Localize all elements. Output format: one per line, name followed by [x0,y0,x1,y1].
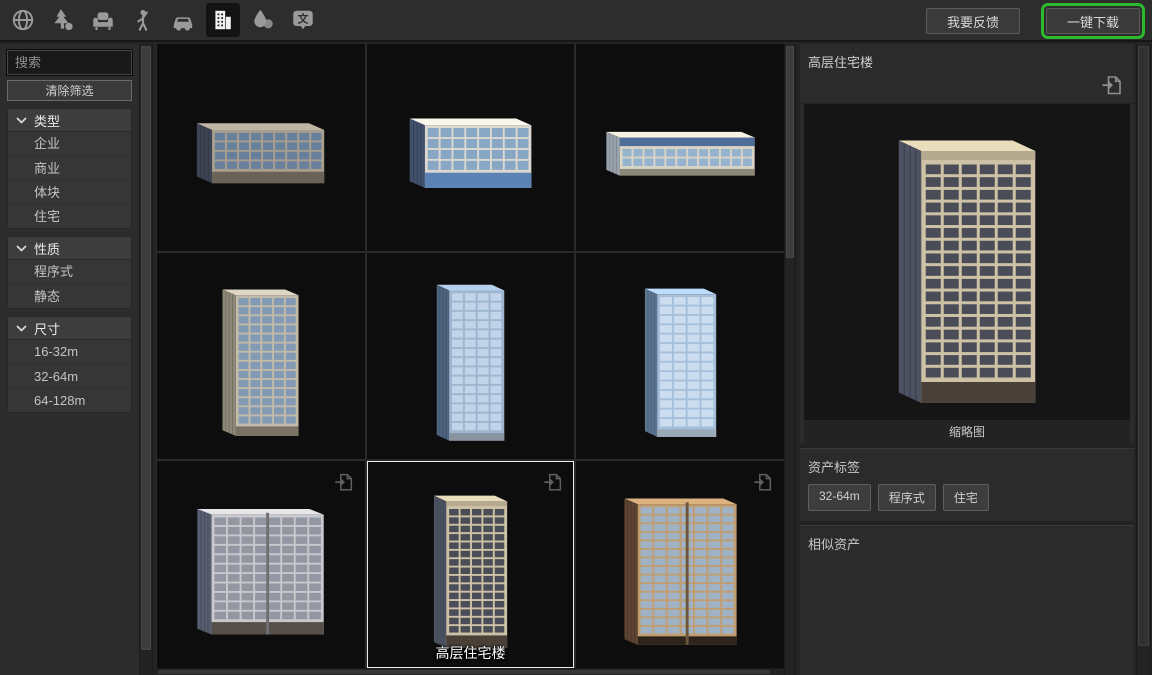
filter-section: 尺寸 16-32m32-64m64-128m [7,316,132,413]
asset-thumbnail [585,470,776,660]
grid-scrollbar[interactable] [784,44,796,675]
asset-cell[interactable] [367,44,575,251]
asset-cell[interactable] [576,461,784,668]
sidebar-scrollbar-thumb[interactable] [141,46,151,650]
filter-item[interactable]: 32-64m [8,364,131,388]
thumbnail-caption: 缩略图 [804,420,1130,444]
asset-tags-label: 资产标签 [808,457,1126,476]
filter-item[interactable]: 16-32m [8,340,131,364]
chevron-down-icon [16,245,27,252]
filter-section-header[interactable]: 尺寸 [7,316,132,340]
filter-section-title: 性质 [34,239,60,258]
building-icon[interactable] [206,3,240,37]
filter-items: 企业商业体块住宅 [7,132,132,229]
asset-thumbnail [375,261,566,451]
similar-assets-label: 相似资产 [808,534,1126,553]
asset-thumbnail [165,261,356,451]
download-button[interactable]: 一键下载 [1046,8,1140,34]
filter-items: 程序式静态 [7,260,132,309]
filter-section: 性质程序式静态 [7,236,132,309]
detail-header: 高层住宅楼 [800,44,1134,104]
asset-tags-section: 资产标签 32-64m 程序式住宅 [800,449,1134,521]
filter-item[interactable]: 体块 [8,180,131,204]
asset-preview-image [817,112,1117,412]
asset-cell[interactable] [576,253,784,460]
filter-sections: 类型企业商业体块住宅性质程序式静态尺寸 16-32m32-64m64-128m [7,108,132,413]
asset-cell[interactable] [157,461,365,668]
asset-thumbnail [165,52,356,242]
panel-scrollbar[interactable] [1136,44,1151,675]
filter-item[interactable]: 住宅 [8,204,131,228]
search-input[interactable] [7,50,132,75]
asset-thumbnail [585,52,776,242]
toolbar-actions: 我要反馈 一键下载 [926,0,1140,42]
filter-section-header[interactable]: 性质 [7,236,132,260]
feedback-button[interactable]: 我要反馈 [926,8,1020,34]
grid-horizontal-scrollbar[interactable] [156,668,784,675]
asset-cell[interactable] [157,44,365,251]
language-icon[interactable]: 文 [286,3,320,37]
filter-item[interactable]: 程序式 [8,260,131,284]
asset-tag[interactable]: 程序式 [878,484,936,511]
vegetation-icon[interactable] [46,3,80,37]
open-asset-icon[interactable] [1100,73,1124,97]
open-asset-icon[interactable] [333,471,355,493]
asset-browser-window: 文 我要反馈 一键下载 清除筛选 类型企业商业体块住宅性质程序式静态尺寸16-3… [0,0,1152,675]
asset-thumbnail [585,261,776,451]
material-icon[interactable] [246,3,280,37]
chevron-down-icon [16,117,27,124]
asset-title: 高层住宅楼 [808,52,873,71]
filter-item[interactable]: 静态 [8,284,131,308]
filter-section-header[interactable]: 类型 [7,108,132,132]
detail-panel: 高层住宅楼 缩略图 资产标签 32-64m 程序式住宅 相似资产 [800,44,1134,675]
asset-thumbnail [375,52,566,242]
asset-grid: 高层住宅楼 [156,44,784,668]
filter-section-title: 尺寸 [34,319,60,338]
asset-tag[interactable]: 32-64m [808,484,871,511]
asset-preview [804,104,1130,420]
asset-tag[interactable]: 住宅 [943,484,989,511]
furniture-icon[interactable] [86,3,120,37]
filter-item[interactable]: 64-128m [8,388,131,412]
asset-cell[interactable] [576,44,784,251]
asset-tags: 32-64m 程序式住宅 [808,484,1126,511]
chevron-down-icon [16,325,27,332]
filter-section-title: 类型 [34,111,60,130]
toolbar: 文 我要反馈 一键下载 [0,0,1152,42]
asset-thumbnail [375,470,566,660]
world-icon[interactable] [6,3,40,37]
asset-cell[interactable] [367,253,575,460]
asset-thumbnail [165,470,356,660]
asset-cell[interactable] [157,253,365,460]
filter-item[interactable]: 企业 [8,132,131,156]
filter-items: 16-32m32-64m64-128m [7,340,132,413]
svg-text:文: 文 [298,11,309,25]
panel-scrollbar-thumb[interactable] [1138,46,1149,646]
open-asset-icon[interactable] [752,471,774,493]
category-icon-bar: 文 [0,3,320,37]
filter-section: 类型企业商业体块住宅 [7,108,132,229]
grid-horizontal-scrollbar-thumb[interactable] [158,670,770,674]
character-icon[interactable] [126,3,160,37]
open-asset-icon[interactable] [542,471,564,493]
sidebar-scrollbar[interactable] [139,44,153,675]
clear-filters-button[interactable]: 清除筛选 [7,80,132,101]
filter-sidebar: 清除筛选 类型企业商业体块住宅性质程序式静态尺寸 16-32m32-64m64-1… [0,44,139,675]
grid-scrollbar-thumb[interactable] [786,46,794,258]
filter-item[interactable]: 商业 [8,156,131,180]
asset-cell-selected[interactable]: 高层住宅楼 [367,461,575,668]
vehicle-icon[interactable] [166,3,200,37]
similar-assets-section: 相似资产 [800,526,1134,675]
